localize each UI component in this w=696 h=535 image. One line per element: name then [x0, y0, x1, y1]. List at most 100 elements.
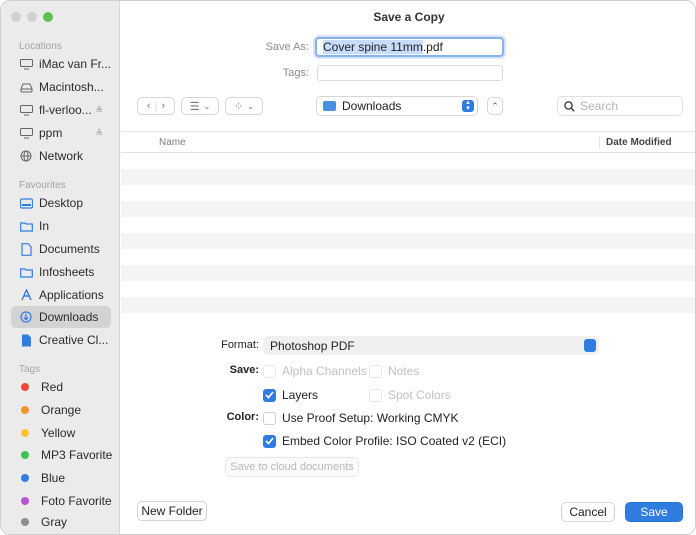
sidebar-item-label: Applications [39, 288, 104, 302]
close-window-button[interactable] [11, 12, 21, 22]
sidebar-item-label: Documents [39, 242, 100, 256]
checkbox-box [369, 364, 382, 378]
checkbox-label: Use Proof Setup: Working CMYK [282, 411, 459, 425]
list-row [121, 313, 695, 329]
display-icon [19, 58, 33, 70]
file-list-header: Name Date Modified [121, 131, 695, 153]
embed-color-profile-checkbox[interactable]: Embed Color Profile: ISO Coated v2 (ECI) [263, 434, 506, 448]
checkbox-label: Notes [388, 364, 420, 378]
creative-cloud-file-icon [19, 334, 33, 346]
column-header-date-modified[interactable]: Date Modified [599, 137, 672, 149]
minimize-window-button[interactable] [27, 12, 37, 22]
checkbox-label: Alpha Channels [282, 364, 367, 378]
sidebar-tag-foto-favorite[interactable]: Foto Favorite [11, 490, 112, 512]
sidebar: Locations iMac van Fr... Macintosh... fl… [1, 1, 120, 534]
group-view-button[interactable]: ⁘ ⌄ [225, 97, 263, 115]
sidebar-item-creative-cloud[interactable]: Creative Cl... [11, 329, 111, 351]
save-button[interactable]: Save [625, 502, 683, 522]
applications-icon [19, 289, 33, 301]
tag-color-dot [21, 429, 29, 437]
tag-color-dot [21, 383, 29, 391]
sidebar-tag-yellow[interactable]: Yellow [11, 422, 111, 444]
sidebar-item-in[interactable]: In [11, 215, 111, 237]
sidebar-tag-blue[interactable]: Blue [11, 467, 111, 489]
column-header-name[interactable]: Name [159, 137, 186, 148]
eject-icon[interactable]: ≜ [95, 105, 103, 116]
new-folder-button[interactable]: New Folder [137, 501, 207, 521]
list-row [121, 297, 695, 313]
list-view-button[interactable]: ☰ ⌄ [181, 97, 219, 115]
expand-collapse-button[interactable]: ⌃ [487, 97, 503, 115]
list-row [121, 281, 695, 297]
list-row [121, 217, 695, 233]
sidebar-item-label: In [39, 219, 50, 233]
chevron-up-icon: ⌃ [491, 101, 499, 111]
list-row [121, 201, 695, 217]
chevron-down-icon: ⌄ [203, 101, 211, 111]
checkbox-label: Layers [282, 388, 319, 402]
tag-color-dot [21, 497, 29, 505]
sidebar-item-documents[interactable]: Documents [11, 238, 111, 260]
sidebar-tag-gray[interactable]: Gray [11, 511, 111, 533]
tags-label: Tags: [282, 67, 309, 79]
cancel-button[interactable]: Cancel [561, 502, 615, 522]
sidebar-header-favourites: Favourites [19, 180, 66, 191]
sidebar-item-label: Blue [41, 471, 66, 485]
save-as-input[interactable]: Cover spine 11mm.pdf [315, 37, 504, 57]
sidebar-item-label: Infosheets [39, 265, 95, 279]
sidebar-item-label: Desktop [39, 196, 84, 210]
folder-icon [19, 266, 33, 278]
back-icon[interactable]: ‹ [147, 100, 151, 112]
grid-view-icon: ⁘ [234, 100, 244, 113]
file-list[interactable] [121, 153, 695, 331]
zoom-window-button[interactable] [43, 12, 53, 22]
search-input[interactable]: Search [557, 96, 683, 116]
display-icon [19, 104, 33, 116]
sidebar-item-fl-verloo[interactable]: fl-verloo... ≜ [11, 99, 111, 121]
save-dialog: Locations iMac van Fr... Macintosh... fl… [0, 0, 696, 535]
sidebar-tag-red[interactable]: Red [11, 376, 111, 398]
download-icon [19, 311, 33, 323]
sidebar-tag-mp3-favorite[interactable]: MP3 Favorite [11, 444, 113, 466]
checkbox-box [369, 388, 382, 402]
notes-checkbox[interactable]: Notes [369, 364, 419, 378]
sidebar-item-ppm[interactable]: ppm ≜ [11, 122, 111, 144]
sidebar-item-downloads[interactable]: Downloads [11, 306, 111, 328]
use-proof-setup-checkbox[interactable]: Use Proof Setup: Working CMYK [263, 411, 459, 425]
location-value: Downloads [342, 99, 402, 113]
list-row [121, 265, 695, 281]
save-to-cloud-button[interactable]: Save to cloud documents [225, 457, 359, 477]
checkbox-box [263, 411, 276, 425]
format-label: Format: [221, 339, 259, 351]
sidebar-tag-orange[interactable]: Orange [11, 399, 111, 421]
sidebar-item-label: Red [41, 380, 64, 394]
format-select[interactable]: Photoshop PDF [263, 336, 599, 355]
alpha-channels-checkbox[interactable]: Alpha Channels [263, 364, 367, 378]
save-as-selected-text: Cover spine 11mm [323, 40, 423, 54]
list-row [121, 185, 695, 201]
location-select[interactable]: Downloads ▴ ▾ [316, 96, 478, 116]
sidebar-item-label: MP3 Favorite [41, 448, 113, 462]
layers-checkbox[interactable]: Layers [263, 388, 318, 402]
chevron-down-icon: ⌄ [247, 101, 254, 111]
sidebar-item-desktop[interactable]: Desktop [11, 192, 111, 214]
select-arrows-icon [584, 339, 596, 352]
sidebar-item-infosheets[interactable]: Infosheets [11, 261, 111, 283]
spot-colors-checkbox[interactable]: Spot Colors [369, 388, 451, 402]
sidebar-item-label: Orange [41, 403, 82, 417]
forward-icon[interactable]: › [161, 100, 165, 112]
eject-icon[interactable]: ≜ [95, 128, 103, 139]
tags-input[interactable] [317, 65, 503, 81]
list-row [121, 249, 695, 265]
tag-color-dot [21, 518, 29, 526]
sidebar-item-applications[interactable]: Applications [11, 284, 111, 306]
desktop-icon [19, 197, 33, 209]
sidebar-item-imac[interactable]: iMac van Fr... [11, 53, 111, 75]
checkbox-box [263, 364, 276, 378]
sidebar-item-macintosh[interactable]: Macintosh... [11, 76, 111, 98]
sidebar-item-label: ppm [39, 126, 63, 140]
sidebar-item-network[interactable]: Network [11, 145, 111, 167]
sidebar-header-locations: Locations [19, 41, 62, 52]
color-options-label: Color: [226, 411, 259, 423]
back-forward-buttons[interactable]: ‹ | › [137, 97, 175, 115]
